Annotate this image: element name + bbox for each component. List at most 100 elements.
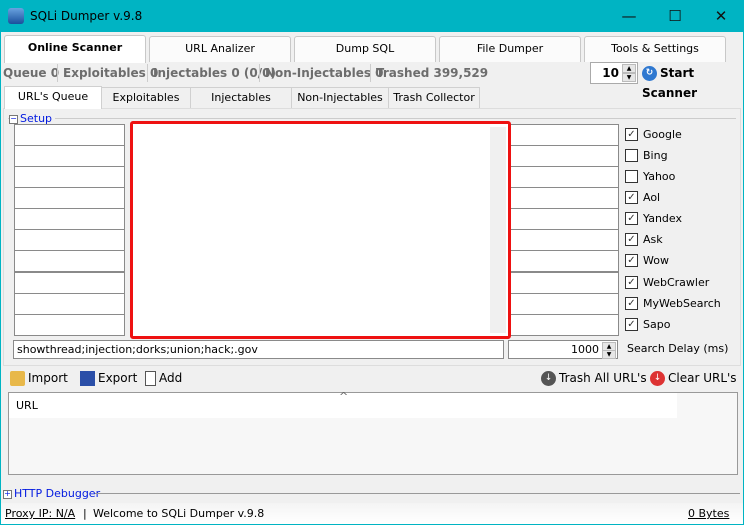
stepper-down-icon[interactable]: ▼ <box>622 73 636 82</box>
search-delay-label: Search Delay (ms) <box>627 342 729 355</box>
engine-label: Aol <box>643 191 661 204</box>
stepper-up-icon[interactable]: ▲ <box>622 64 636 73</box>
vertical-scrollbar[interactable] <box>490 127 506 333</box>
search-delay-stepper[interactable]: 1000 ▲ ▼ <box>508 340 618 359</box>
minimize-button[interactable]: — <box>606 4 652 28</box>
right-input[interactable] <box>510 250 619 272</box>
left-input[interactable] <box>14 187 125 209</box>
import-button[interactable]: Import <box>10 370 68 386</box>
divider <box>147 64 148 82</box>
left-input[interactable] <box>14 208 125 230</box>
engine-checkbox[interactable]: ✓ <box>625 318 638 331</box>
engine-label: WebCrawler <box>643 276 710 289</box>
engine-checkbox[interactable]: ✓ <box>625 233 638 246</box>
dorks-input[interactable]: showthread;injection;dorks;union;hack;.g… <box>13 340 504 359</box>
engine-checkbox[interactable] <box>625 170 638 183</box>
start-icon: ↻ <box>642 66 657 81</box>
right-input[interactable] <box>510 187 619 209</box>
threads-stepper[interactable]: 10 ▲ ▼ <box>590 62 638 84</box>
subtab-non-injectables[interactable]: Non-Injectables <box>291 87 389 108</box>
right-input[interactable] <box>510 229 619 251</box>
tab-url-analizer[interactable]: URL Analizer <box>149 36 291 62</box>
right-input[interactable] <box>510 293 619 315</box>
non-injectables-count: Non-Injectables 0 <box>265 66 384 80</box>
engine-label: Ask <box>643 233 663 246</box>
engine-checkbox[interactable]: ✓ <box>625 212 638 225</box>
left-input[interactable] <box>14 124 125 146</box>
engine-checkbox[interactable]: ✓ <box>625 297 638 310</box>
status-bar: Proxy IP: N/A | Welcome to SQLi Dumper v… <box>1 503 743 524</box>
subtab-trash-collector[interactable]: Trash Collector <box>388 87 480 108</box>
left-input[interactable] <box>14 145 125 167</box>
left-input[interactable] <box>14 314 125 336</box>
tab-tools-settings[interactable]: Tools & Settings <box>584 36 726 62</box>
engine-label: Wow <box>643 254 669 267</box>
engine-checkbox[interactable] <box>625 149 638 162</box>
engine-checkbox[interactable]: ✓ <box>625 254 638 267</box>
add-label: Add <box>159 371 183 385</box>
left-input[interactable] <box>14 293 125 315</box>
tab-file-dumper[interactable]: File Dumper <box>439 36 581 62</box>
export-button[interactable]: Export <box>80 370 137 386</box>
trash-all-button[interactable]: ↓ Trash All URL's <box>541 370 647 386</box>
right-input[interactable] <box>510 145 619 167</box>
export-label: Export <box>98 371 138 385</box>
subtab-injectables[interactable]: Injectables <box>190 87 292 108</box>
column-header-url[interactable]: URL ^ <box>9 390 677 418</box>
down-arrow-icon: ↓ <box>541 371 556 386</box>
collapse-icon: − <box>9 113 18 124</box>
threads-value: 10 <box>602 66 619 80</box>
left-input[interactable] <box>14 250 125 272</box>
expand-icon: + <box>3 488 12 499</box>
right-input[interactable] <box>510 314 619 336</box>
engine-checkbox[interactable]: ✓ <box>625 191 638 204</box>
app-icon <box>8 8 24 24</box>
maximize-button[interactable]: ☐ <box>652 4 698 28</box>
down-arrow-red-icon: ↓ <box>650 371 665 386</box>
add-button[interactable]: Add <box>145 370 182 386</box>
right-input[interactable] <box>510 166 619 188</box>
divider <box>370 64 371 82</box>
delay-value: 1000 <box>571 343 599 356</box>
left-input[interactable] <box>14 166 125 188</box>
right-input[interactable] <box>510 124 619 146</box>
engine-label: Google <box>643 128 682 141</box>
right-input[interactable] <box>510 208 619 230</box>
engine-checkbox[interactable]: ✓ <box>625 276 638 289</box>
engine-checkbox[interactable]: ✓ <box>625 128 638 141</box>
engine-label: Yandex <box>643 212 682 225</box>
left-input[interactable] <box>14 272 125 294</box>
folder-icon <box>10 371 25 386</box>
keywords-textarea[interactable] <box>130 121 511 339</box>
url-column-label: URL <box>16 399 38 412</box>
window-title: SQLi Dumper v.9.8 <box>30 9 143 23</box>
stepper-down-icon[interactable]: ▼ <box>602 350 616 359</box>
injectables-count: Injectables 0 (0/0) <box>153 66 276 80</box>
bytes-counter[interactable]: 0 Bytes <box>688 503 729 524</box>
http-debugger-toggle[interactable]: + HTTP Debugger <box>3 487 100 500</box>
clear-urls-button[interactable]: ↓ Clear URL's <box>650 370 737 386</box>
engine-label: Yahoo <box>643 170 676 183</box>
divider <box>259 64 260 82</box>
proxy-ip[interactable]: Proxy IP: N/A <box>5 503 75 524</box>
url-list[interactable]: URL ^ <box>8 390 738 475</box>
trash-all-label: Trash All URL's <box>559 371 647 385</box>
divider <box>95 493 740 494</box>
right-input[interactable] <box>510 272 619 294</box>
engine-label: Sapo <box>643 318 671 331</box>
tab-dump-sql[interactable]: Dump SQL <box>294 36 436 62</box>
trashed-count: Trashed 399,529 <box>376 66 489 80</box>
subtab-exploitables[interactable]: Exploitables <box>101 87 191 108</box>
divider <box>57 64 58 82</box>
engine-label: MyWebSearch <box>643 297 721 310</box>
start-scanner-button[interactable]: ↻ Start Scanner <box>642 63 744 103</box>
clear-urls-label: Clear URL's <box>668 371 737 385</box>
tab-online-scanner[interactable]: Online Scanner <box>4 35 146 63</box>
left-input[interactable] <box>14 229 125 251</box>
save-icon <box>80 371 95 386</box>
engine-label: Bing <box>643 149 668 162</box>
import-label: Import <box>28 371 68 385</box>
new-file-icon <box>145 371 156 386</box>
close-button[interactable]: ✕ <box>698 4 744 28</box>
subtab-urls-queue[interactable]: URL's Queue <box>4 86 102 109</box>
